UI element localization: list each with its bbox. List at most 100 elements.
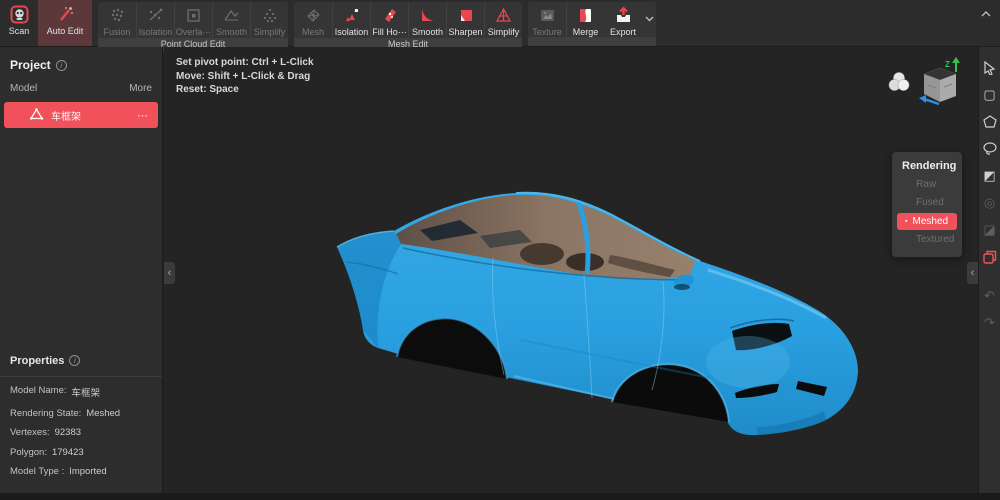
smooth-pc-label: Smooth bbox=[216, 27, 247, 37]
fill-holes-button[interactable]: Fill Ho⋯ bbox=[370, 2, 408, 38]
fill-holes-icon bbox=[380, 5, 400, 25]
smooth-pc-button[interactable]: Smooth bbox=[212, 2, 250, 38]
sharpen-button[interactable]: Sharpen bbox=[446, 2, 484, 38]
overlap-label: Overla⋯ bbox=[176, 27, 212, 38]
right-panel-collapse-handle[interactable]: ‹ bbox=[967, 262, 978, 284]
overlap-windows-icon[interactable] bbox=[981, 248, 998, 265]
properties-divider bbox=[0, 376, 162, 377]
point-cloud-edit-group: Fusion Isolation Overla⋯ Smooth bbox=[98, 2, 288, 46]
more-button[interactable]: More bbox=[129, 83, 152, 94]
top-toolbar: Scan Auto Edit Fusion Isolation bbox=[0, 0, 1000, 47]
isolation-pc-button[interactable]: Isolation bbox=[136, 2, 174, 38]
mesh-icon bbox=[303, 5, 323, 25]
viewport-hints: Set pivot point: Ctrl + L-Click Move: Sh… bbox=[176, 56, 314, 97]
model-list-item[interactable]: 车框架 ⋯ bbox=[4, 102, 158, 128]
hint-reset: Reset: Space bbox=[176, 83, 314, 97]
paint-contrast-icon[interactable]: ◩ bbox=[981, 167, 998, 184]
merge-button[interactable]: Merge bbox=[566, 2, 604, 37]
mesh-label: Mesh bbox=[302, 27, 324, 37]
spheres-view-icon[interactable] bbox=[886, 69, 912, 95]
mesh-model-icon bbox=[30, 108, 43, 123]
rendering-option-raw[interactable]: Raw bbox=[892, 176, 962, 194]
model-item-menu-icon[interactable]: ⋯ bbox=[137, 109, 149, 122]
simplify-pc-button[interactable]: Simplify bbox=[250, 2, 288, 38]
simplify-pc-label: Simplify bbox=[254, 27, 286, 37]
properties-panel: Properties i Model Name:车框架 Rendering St… bbox=[0, 355, 162, 478]
lasso-select-icon[interactable] bbox=[981, 140, 998, 157]
rendering-option-meshed[interactable]: ▪ Meshed bbox=[897, 213, 957, 230]
texture-button[interactable]: Texture bbox=[528, 2, 566, 37]
model-item-name: 车框架 bbox=[51, 108, 81, 123]
bottom-strip bbox=[0, 493, 1000, 500]
mesh-edit-group: Mesh Isolation Fill Ho⋯ Smooth bbox=[294, 2, 522, 46]
isolation-pc-label: Isolation bbox=[139, 27, 173, 37]
project-info-icon[interactable]: i bbox=[56, 60, 67, 71]
simplify-mesh-button[interactable]: Simplify bbox=[484, 2, 522, 38]
texture-icon bbox=[537, 5, 557, 25]
rendering-option-fused[interactable]: Fused bbox=[892, 194, 962, 212]
scan-icon bbox=[9, 4, 29, 24]
auto-edit-button[interactable]: Auto Edit bbox=[38, 0, 92, 46]
hint-move: Move: Shift + L-Click & Drag bbox=[176, 70, 314, 84]
scan-button[interactable]: Scan bbox=[0, 0, 38, 46]
auto-edit-label: Auto Edit bbox=[47, 26, 84, 36]
rendering-panel-title: Rendering bbox=[892, 160, 962, 176]
car-mesh-model[interactable] bbox=[280, 150, 880, 440]
undo-icon[interactable]: ↶ bbox=[981, 287, 998, 304]
isolation-mesh-label: Isolation bbox=[335, 27, 369, 37]
simplify-pc-icon bbox=[260, 5, 280, 25]
output-group-label bbox=[528, 37, 656, 46]
hint-pivot: Set pivot point: Ctrl + L-Click bbox=[176, 56, 314, 70]
properties-info-icon[interactable]: i bbox=[69, 355, 80, 366]
smooth-mesh-label: Smooth bbox=[412, 27, 443, 37]
fusion-icon bbox=[107, 5, 127, 25]
rendering-option-textured[interactable]: Textured bbox=[892, 231, 962, 249]
texture-label: Texture bbox=[532, 27, 562, 37]
cursor-select-icon[interactable] bbox=[981, 59, 998, 76]
isolation-mesh-icon bbox=[342, 5, 362, 25]
navigation-cube[interactable]: Z bbox=[918, 57, 964, 111]
prop-row-rendering-state: Rendering State:Meshed bbox=[0, 408, 162, 419]
overlap-icon bbox=[184, 5, 204, 25]
prop-row-polygon: Polygon:179423 bbox=[0, 447, 162, 458]
viewport-3d[interactable]: Set pivot point: Ctrl + L-Click Move: Sh… bbox=[164, 47, 978, 493]
selection-toolbar: ▢ ◩ ◎ ◪ ↶ ↷ bbox=[978, 47, 1000, 493]
project-panel-title: Project bbox=[10, 58, 51, 72]
magic-wand-icon bbox=[55, 4, 75, 24]
redo-icon[interactable]: ↷ bbox=[981, 314, 998, 331]
target-tool-icon[interactable]: ◎ bbox=[981, 194, 998, 211]
fusion-label: Fusion bbox=[103, 27, 130, 37]
rendering-panel: Rendering Raw Fused ▪ Meshed Textured bbox=[892, 152, 962, 257]
isolation-pc-icon bbox=[146, 5, 166, 25]
properties-title: Properties bbox=[10, 355, 64, 367]
export-menu-caret[interactable] bbox=[642, 16, 656, 22]
mesh-button[interactable]: Mesh bbox=[294, 2, 332, 38]
export-label: Export bbox=[610, 27, 636, 37]
simplify-mesh-icon bbox=[494, 5, 514, 25]
left-panel-collapse-handle[interactable]: ‹ bbox=[164, 262, 175, 284]
simplify-mesh-label: Simplify bbox=[488, 27, 520, 37]
smooth-mesh-button[interactable]: Smooth bbox=[408, 2, 446, 38]
sharpen-icon bbox=[456, 5, 476, 25]
prop-row-model-name: Model Name:车框架 bbox=[0, 385, 162, 399]
prop-row-model-type: Model Type :Imported bbox=[0, 466, 162, 477]
meshed-bullet-icon: ▪ bbox=[905, 213, 907, 230]
isolation-mesh-button[interactable]: Isolation bbox=[332, 2, 370, 38]
export-icon bbox=[613, 5, 633, 25]
overlap-button[interactable]: Overla⋯ bbox=[174, 2, 212, 38]
toolbar-collapse-button[interactable] bbox=[978, 6, 994, 22]
polygon-select-icon[interactable] bbox=[981, 113, 998, 130]
output-group: Texture Merge Export bbox=[528, 2, 656, 46]
model-section-label: Model bbox=[10, 83, 37, 94]
fill-holes-label: Fill Ho⋯ bbox=[372, 27, 407, 38]
flip-tool-icon[interactable]: ◪ bbox=[981, 221, 998, 238]
rectangle-select-icon[interactable]: ▢ bbox=[981, 86, 998, 103]
fusion-button[interactable]: Fusion bbox=[98, 2, 136, 38]
scan-label: Scan bbox=[9, 26, 30, 36]
prop-row-vertexes: Vertexes:92383 bbox=[0, 427, 162, 438]
smooth-pc-icon bbox=[222, 5, 242, 25]
smooth-mesh-icon bbox=[418, 5, 438, 25]
project-panel: Project i Model More 车框架 ⋯ Properties i … bbox=[0, 47, 163, 493]
export-button[interactable]: Export bbox=[604, 2, 642, 37]
z-axis-label: Z bbox=[945, 60, 950, 69]
